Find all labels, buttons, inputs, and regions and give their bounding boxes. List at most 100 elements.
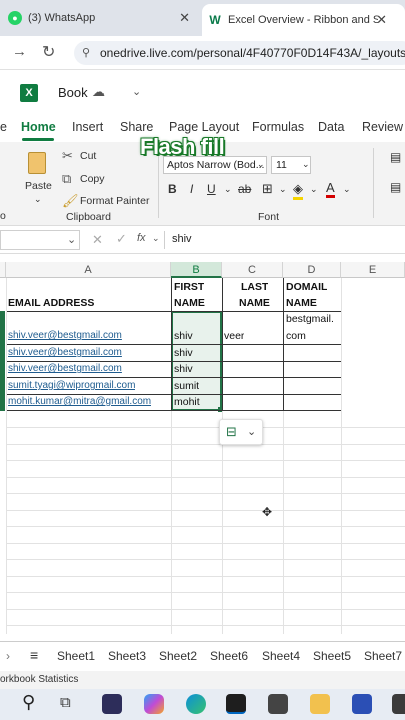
close-tab-icon[interactable]: ✕ — [179, 10, 190, 26]
gridline — [6, 427, 405, 428]
last-name-cell[interactable]: veer — [224, 330, 244, 342]
borders-icon[interactable]: ⊞ — [262, 181, 273, 197]
tab-home[interactable]: Home — [21, 120, 56, 134]
header-last-name-1[interactable]: LAST — [241, 279, 268, 295]
edge-icon[interactable] — [186, 694, 206, 714]
cancel-icon[interactable]: ✕ — [92, 232, 103, 248]
paste-label[interactable]: Paste — [25, 180, 52, 192]
paste-icon[interactable] — [28, 152, 46, 174]
app-icon[interactable] — [268, 694, 288, 714]
task-view-icon[interactable]: ⧉ — [60, 694, 71, 711]
reload-icon[interactable]: ↻ — [42, 42, 55, 62]
forward-arrow-icon[interactable]: → — [12, 43, 27, 60]
chevron-down-icon[interactable]: ⌄ — [257, 159, 265, 170]
tab-review[interactable]: Review — [362, 120, 403, 134]
autosave-cloud-icon[interactable]: ☁ — [92, 84, 105, 100]
email-cell[interactable]: shiv.veer@bestgmail.com — [8, 363, 122, 374]
first-name-cell[interactable]: shiv — [174, 363, 193, 375]
chevron-down-icon[interactable]: ⌄ — [132, 85, 141, 98]
tab-insert[interactable]: Insert — [72, 120, 103, 134]
worksheet-grid[interactable]: A B C D E EMAIL ADDRESS FIRST NAME LAST … — [0, 262, 405, 634]
chevron-down-icon[interactable]: ⌄ — [279, 184, 287, 195]
app-icon[interactable] — [352, 694, 372, 714]
first-name-cell[interactable]: shiv — [174, 330, 193, 342]
chevron-down-icon[interactable]: ⌄ — [224, 184, 232, 195]
tab-whatsapp[interactable]: ● (3) WhatsApp ✕ — [8, 4, 194, 32]
flash-fill-options-button[interactable]: ⊟ ⌄ — [219, 419, 263, 445]
first-name-cell[interactable]: shiv — [174, 347, 193, 359]
italic-icon[interactable]: I — [190, 182, 193, 196]
strikethrough-icon[interactable]: ab — [238, 182, 251, 196]
excel-logo-icon[interactable]: X — [20, 84, 38, 102]
wrap-text-icon[interactable]: ▤ — [390, 150, 401, 164]
email-cell[interactable]: shiv.veer@bestgmail.com — [8, 347, 122, 358]
col-header-b[interactable]: B — [171, 262, 222, 278]
underline-icon[interactable]: U — [207, 182, 216, 196]
sheet-tab-sheet3[interactable]: Sheet3 — [108, 649, 146, 663]
chevron-right-icon[interactable]: › — [6, 649, 10, 663]
app-icon[interactable] — [392, 694, 405, 714]
workbook-statistics[interactable]: orkbook Statistics — [0, 674, 78, 685]
email-cell[interactable]: mohit.kumar@mitra@gmail.com — [8, 396, 151, 407]
chevron-down-icon[interactable]: ⌄ — [152, 233, 160, 244]
bold-icon[interactable]: B — [168, 182, 177, 196]
tab-excel-overview[interactable]: W Excel Overview - Ribbon and Sh ✕ — [202, 4, 405, 36]
domain-cell-line2[interactable]: com — [286, 330, 306, 342]
copy-icon[interactable]: ⧉ — [62, 171, 71, 187]
search-icon[interactable]: ⚲ — [22, 692, 35, 713]
col-header-c[interactable]: C — [222, 262, 283, 278]
insert-function-icon[interactable]: fx — [137, 232, 146, 244]
close-tab-icon[interactable]: ✕ — [376, 12, 387, 28]
cut-icon[interactable]: ✂ — [62, 148, 73, 164]
sheet-tab-sheet4[interactable]: Sheet4 — [262, 649, 300, 663]
copy-label[interactable]: Copy — [80, 173, 105, 185]
tab-data[interactable]: Data — [318, 120, 344, 134]
col-header-a[interactable]: A — [6, 262, 171, 278]
merge-icon[interactable]: ▤ — [390, 180, 401, 194]
chevron-down-icon[interactable]: ⌄ — [310, 184, 318, 195]
tab-page-layout[interactable]: Page Layout — [169, 120, 239, 134]
first-name-cell[interactable]: sumit — [174, 380, 199, 392]
sheet-tab-sheet5[interactable]: Sheet5 — [313, 649, 351, 663]
header-email-address[interactable]: EMAIL ADDRESS — [8, 295, 94, 311]
header-first-name-1[interactable]: FIRST — [174, 279, 204, 295]
format-painter-icon[interactable]: 🖌 — [62, 193, 79, 209]
email-cell[interactable]: sumit.tyagi@wiprogmail.com — [8, 380, 135, 391]
font-color-icon[interactable]: A — [326, 180, 335, 198]
email-cell[interactable]: shiv.veer@bestgmail.com — [8, 330, 122, 341]
tab-file-fragment[interactable]: e — [0, 120, 7, 134]
chevron-down-icon[interactable]: ⌄ — [34, 194, 42, 205]
tab-share[interactable]: Share — [120, 120, 153, 134]
url-field[interactable]: ⚲ onedrive.live.com/personal/4F40770F0D1… — [74, 41, 405, 65]
header-domain-name-1[interactable]: DOMAIL — [286, 279, 327, 295]
chevron-down-icon[interactable]: ⌄ — [302, 159, 310, 170]
font-size-value: 11 — [276, 159, 287, 171]
copilot-icon[interactable] — [144, 694, 164, 714]
app-icon[interactable] — [226, 694, 246, 714]
sheet-tab-sheet6[interactable]: Sheet6 — [210, 649, 248, 663]
chevron-down-icon[interactable]: ⌄ — [67, 233, 76, 246]
site-info-icon[interactable]: ⚲ — [82, 41, 90, 65]
sheet-tab-sheet1[interactable]: Sheet1 — [57, 649, 95, 663]
header-domain-name-2[interactable]: NAME — [286, 295, 317, 311]
file-explorer-icon[interactable] — [310, 694, 330, 714]
enter-check-icon[interactable]: ✓ — [116, 231, 127, 247]
first-name-cell[interactable]: mohit — [174, 396, 200, 408]
col-header-d[interactable]: D — [283, 262, 341, 278]
formula-content[interactable]: shiv — [172, 233, 192, 245]
sheet-tab-sheet7[interactable]: Sheet7 — [364, 649, 402, 663]
book-name[interactable]: Book — [58, 85, 88, 100]
fill-color-icon[interactable]: ◈ — [293, 181, 303, 200]
chevron-down-icon[interactable]: ⌄ — [343, 184, 351, 195]
sheet-tab-sheet2[interactable]: Sheet2 — [159, 649, 197, 663]
all-sheets-menu-icon[interactable]: ≡ — [30, 647, 38, 663]
tab-formulas[interactable]: Formulas — [252, 120, 304, 134]
header-first-name-2[interactable]: NAME — [174, 295, 205, 311]
domain-cell-line1[interactable]: bestgmail. — [286, 313, 334, 325]
app-icon[interactable] — [102, 694, 122, 714]
whatsapp-icon: ● — [8, 11, 22, 25]
col-header-e[interactable]: E — [341, 262, 405, 278]
header-last-name-2[interactable]: NAME — [239, 295, 270, 311]
cut-label[interactable]: Cut — [80, 150, 96, 162]
format-painter-label[interactable]: Format Painter — [80, 195, 149, 207]
